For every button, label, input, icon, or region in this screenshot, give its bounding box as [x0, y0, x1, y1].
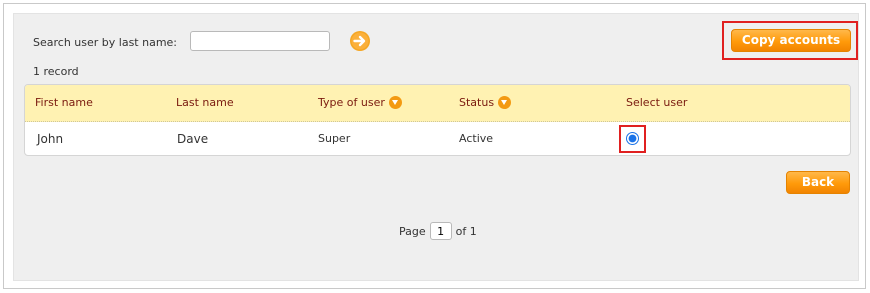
cell-first-name: John [37, 132, 64, 146]
header-first-name: First name [35, 96, 93, 109]
sort-chevron-down-icon[interactable] [388, 96, 402, 109]
header-last-name: Last name [176, 96, 234, 109]
record-count: 1 record [33, 65, 79, 78]
page-label: Page [399, 224, 426, 238]
pagination: Page of 1 [399, 222, 477, 240]
back-button[interactable]: Back [786, 171, 850, 194]
cell-status: Active [459, 132, 494, 145]
sort-chevron-down-icon[interactable] [498, 96, 512, 109]
search-input[interactable] [190, 31, 330, 51]
table-row: John Dave Super Active [25, 122, 850, 155]
main-panel: Search user by last name: 1 record Copy … [13, 13, 859, 281]
header-select-user: Select user [626, 96, 688, 109]
window-frame: Search user by last name: 1 record Copy … [3, 3, 866, 289]
page-total-label: of 1 [455, 224, 477, 238]
header-type-of-user[interactable]: Type of user [318, 96, 402, 109]
cell-last-name: Dave [177, 132, 209, 146]
cell-type-of-user: Super [318, 132, 351, 145]
search-label: Search user by last name: [33, 36, 178, 49]
header-status[interactable]: Status [459, 96, 512, 109]
copy-accounts-button[interactable]: Copy accounts [731, 29, 851, 52]
users-table: First name Last name Type of user Status… [24, 84, 851, 156]
arrow-right-circle-icon[interactable] [349, 30, 371, 52]
table-header: First name Last name Type of user Status… [25, 85, 850, 122]
page-number-input[interactable] [429, 222, 452, 240]
select-user-radio[interactable] [626, 132, 639, 145]
